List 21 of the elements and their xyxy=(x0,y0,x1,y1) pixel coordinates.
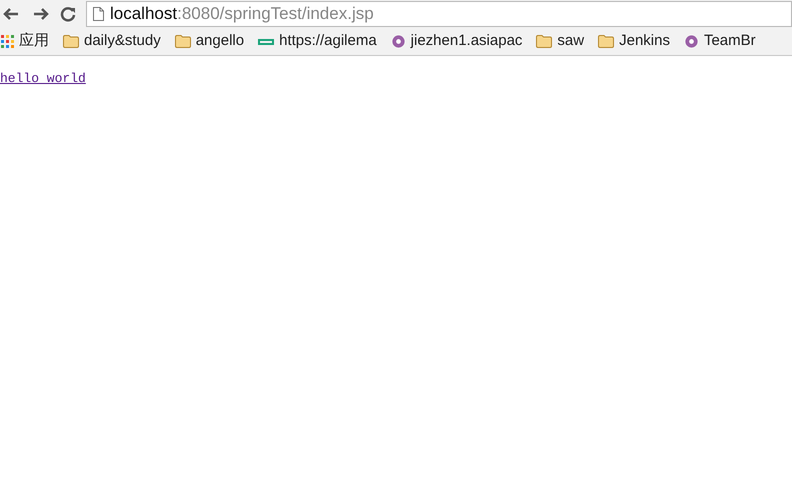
bookmark-item[interactable]: 应用 xyxy=(1,30,49,53)
bookmark-item[interactable]: daily&study xyxy=(63,30,161,53)
address-bar[interactable]: localhost:8080/springTest/index.jsp xyxy=(86,1,792,27)
reload-icon[interactable] xyxy=(60,6,76,22)
folder-icon xyxy=(598,35,614,48)
hello-world-link[interactable]: hello world xyxy=(0,71,86,86)
folder-icon xyxy=(536,35,552,48)
bar-icon xyxy=(258,38,274,44)
bookmark-item[interactable]: angello xyxy=(174,30,244,53)
bookmark-item[interactable]: jiezhen1.asiapac xyxy=(390,30,522,53)
bookmark-item[interactable]: Jenkins xyxy=(598,30,670,53)
bookmark-item[interactable]: saw xyxy=(536,30,584,53)
forward-arrow-icon[interactable] xyxy=(32,6,50,22)
back-arrow-icon[interactable] xyxy=(2,6,20,22)
folder-icon xyxy=(63,35,79,48)
url-text: localhost:8080/springTest/index.jsp xyxy=(110,3,374,26)
folder-icon xyxy=(174,35,191,48)
apps-grid-icon xyxy=(1,35,14,48)
bookmark-item[interactable]: TeamBr xyxy=(684,30,756,53)
page-icon xyxy=(93,7,104,21)
bookmark-item[interactable]: https://agilema xyxy=(258,30,377,53)
